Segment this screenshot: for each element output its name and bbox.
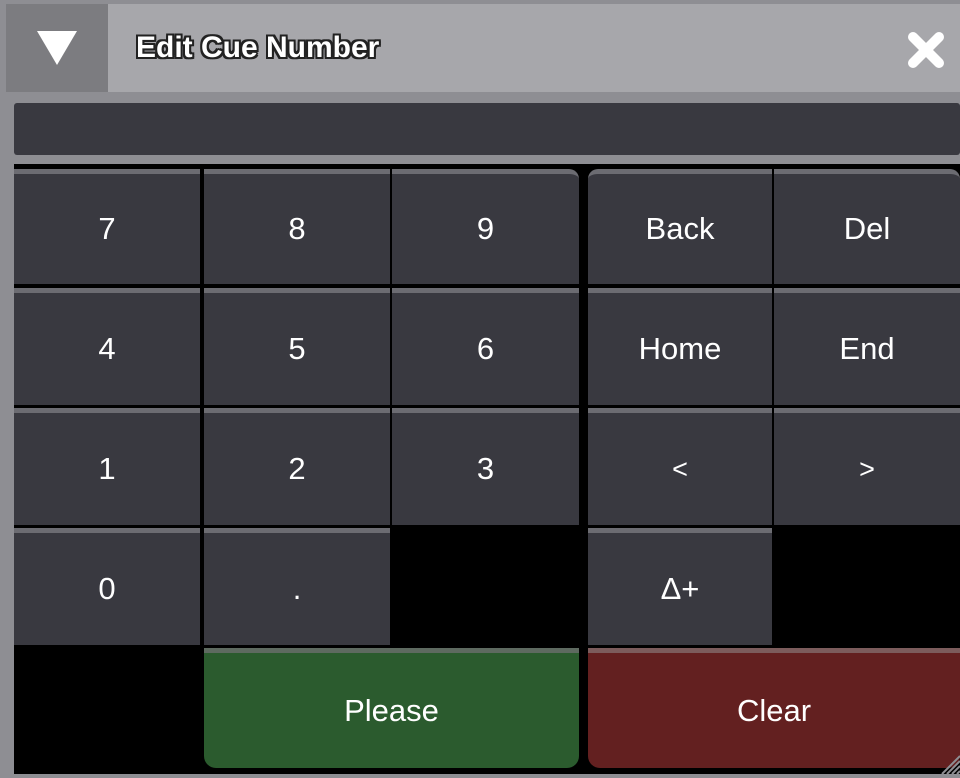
cue-number-input[interactable]: [14, 103, 960, 155]
key-2[interactable]: 2: [204, 408, 390, 525]
cursor-right-key[interactable]: >: [774, 408, 960, 525]
dialog-title: Edit Cue Number: [136, 31, 380, 64]
key-5[interactable]: 5: [204, 288, 390, 405]
home-key[interactable]: Home: [588, 288, 772, 405]
close-icon: [908, 32, 944, 68]
key-8[interactable]: 8: [204, 169, 390, 284]
key-9[interactable]: 9: [392, 169, 579, 284]
title-bar[interactable]: Edit Cue Number: [6, 4, 960, 92]
triangle-down-icon: [37, 31, 77, 65]
back-key[interactable]: Back: [588, 169, 772, 284]
please-button[interactable]: Please: [204, 648, 579, 768]
close-button[interactable]: [906, 30, 946, 70]
key-7[interactable]: 7: [14, 169, 200, 284]
key-6[interactable]: 6: [392, 288, 579, 405]
decimal-point-key[interactable]: .: [204, 528, 390, 645]
menu-button[interactable]: [6, 4, 108, 92]
resize-grip-icon[interactable]: [934, 748, 960, 774]
key-1[interactable]: 1: [14, 408, 200, 525]
key-4[interactable]: 4: [14, 288, 200, 405]
key-0[interactable]: 0: [14, 528, 200, 645]
del-key[interactable]: Del: [774, 169, 960, 284]
delta-plus-key[interactable]: Δ+: [588, 528, 772, 645]
key-3[interactable]: 3: [392, 408, 579, 525]
end-key[interactable]: End: [774, 288, 960, 405]
clear-button[interactable]: Clear: [588, 648, 960, 768]
edit-cue-number-dialog: Edit Cue Number 7 8 9 Back Del 4 5 6 Hom…: [0, 0, 960, 778]
cursor-left-key[interactable]: <: [588, 408, 772, 525]
keypad: 7 8 9 Back Del 4 5 6 Home End 1 2 3 < > …: [14, 164, 960, 774]
